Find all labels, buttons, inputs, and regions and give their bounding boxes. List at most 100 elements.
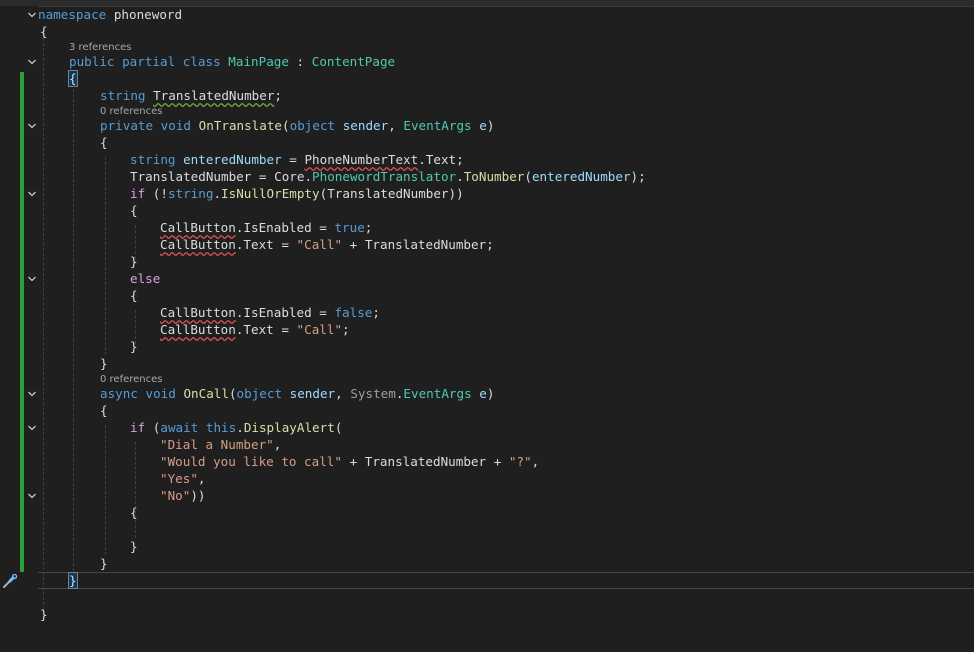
string-literal: "?" xyxy=(508,454,532,469)
code-line[interactable]: } xyxy=(40,606,48,623)
keyword: void xyxy=(160,118,192,133)
brace: { xyxy=(100,135,108,150)
brace: { xyxy=(40,24,48,39)
code-line[interactable]: CallButton.Text = "Call" + TranslatedNum… xyxy=(160,236,494,253)
type-name: PhonewordTranslator xyxy=(312,169,457,184)
punctuation: ( xyxy=(282,118,290,133)
punctuation: ) xyxy=(630,169,639,184)
code-line[interactable]: { xyxy=(130,504,138,521)
code-line[interactable]: { xyxy=(100,402,108,419)
code-line[interactable]: private void OnTranslate(object sender, … xyxy=(100,117,494,134)
operator: = xyxy=(319,220,327,235)
code-line[interactable]: "No")) xyxy=(160,487,206,504)
keyword: void xyxy=(145,386,176,401)
code-line[interactable]: } xyxy=(68,572,78,589)
keyword: await xyxy=(160,420,199,435)
brace: } xyxy=(40,607,48,622)
punctuation: , xyxy=(531,454,540,469)
fold-chevron-icon[interactable] xyxy=(27,121,37,131)
keyword: class xyxy=(182,54,221,69)
punctuation: . xyxy=(304,169,313,184)
quick-actions-screwdriver-icon[interactable] xyxy=(2,573,18,589)
code-line[interactable]: { xyxy=(68,70,78,87)
fold-chevron-icon[interactable] xyxy=(27,189,37,199)
punctuation: ( xyxy=(334,420,343,435)
code-line[interactable]: } xyxy=(130,253,138,270)
keyword: string xyxy=(130,152,176,167)
operator: + xyxy=(493,454,502,469)
code-line[interactable]: CallButton.Text = "Call"; xyxy=(160,321,350,338)
brace: } xyxy=(130,539,138,554)
code-line[interactable]: else xyxy=(130,270,160,287)
punctuation: , xyxy=(273,437,282,452)
code-line[interactable]: } xyxy=(100,555,108,572)
property: Text xyxy=(425,152,457,167)
brace: { xyxy=(130,203,138,218)
fold-chevron-icon[interactable] xyxy=(27,423,37,433)
fold-chevron-icon[interactable] xyxy=(27,57,37,67)
code-line[interactable]: if (!string.IsNullOrEmpty(TranslatedNumb… xyxy=(130,185,464,202)
code-line[interactable]: public partial class MainPage : ContentP… xyxy=(69,53,395,70)
type-name: EventArgs xyxy=(403,386,472,401)
indent-guide xyxy=(105,425,106,555)
keyword: true xyxy=(334,220,365,235)
class-name: MainPage xyxy=(228,54,289,69)
punctuation: . xyxy=(213,186,222,201)
keyword: string xyxy=(167,186,214,201)
punctuation: ; xyxy=(274,88,283,103)
code-editor[interactable]: namespace phoneword { 3 references publi… xyxy=(38,6,974,652)
identifier: CallButton xyxy=(160,237,236,252)
code-line[interactable]: } xyxy=(100,355,108,372)
code-line[interactable]: CallButton.IsEnabled = true; xyxy=(160,219,372,236)
code-line[interactable]: "Would you like to call" + TranslatedNum… xyxy=(160,453,539,470)
operator: = xyxy=(319,305,327,320)
code-line[interactable]: { xyxy=(130,287,138,304)
identifier: CallButton xyxy=(160,322,236,337)
keyword: false xyxy=(334,305,373,320)
fold-chevron-icon[interactable] xyxy=(27,491,37,501)
punctuation: ; xyxy=(342,322,350,337)
indent-guide xyxy=(73,89,74,576)
operator: = xyxy=(289,152,297,167)
keyword: object xyxy=(289,118,336,133)
variable: enteredNumber xyxy=(531,169,631,184)
punctuation: : xyxy=(296,54,305,69)
punctuation: , xyxy=(388,118,396,133)
code-line[interactable]: } xyxy=(130,338,138,355)
brace: } xyxy=(130,254,138,269)
keyword: async xyxy=(100,386,138,401)
punctuation: ; xyxy=(456,152,464,167)
fold-chevron-icon[interactable] xyxy=(27,10,37,20)
indent-guide xyxy=(135,442,136,538)
punctuation: ; xyxy=(372,305,380,320)
method-name: IsNullOrEmpty xyxy=(221,186,320,201)
indent-guide xyxy=(43,38,44,610)
code-line[interactable]: } xyxy=(130,538,138,555)
punctuation: ) xyxy=(486,386,495,401)
fold-chevron-icon[interactable] xyxy=(27,274,37,284)
code-line[interactable]: { xyxy=(100,134,108,151)
variable: enteredNumber xyxy=(183,152,282,167)
field-name: TranslatedNumber xyxy=(153,88,275,103)
operator: = xyxy=(281,322,289,337)
field-name: TranslatedNumber xyxy=(327,186,449,201)
parameter: sender xyxy=(342,118,389,133)
punctuation: , xyxy=(335,386,343,401)
code-line[interactable]: "Dial a Number", xyxy=(160,436,281,453)
keyword: if xyxy=(130,186,146,201)
code-line[interactable]: "Yes", xyxy=(160,470,206,487)
code-line[interactable]: { xyxy=(40,23,48,40)
code-line[interactable]: CallButton.IsEnabled = false; xyxy=(160,304,380,321)
code-line[interactable]: { xyxy=(130,202,138,219)
code-line[interactable]: async void OnCall(object sender, System.… xyxy=(100,385,494,402)
code-line[interactable]: string enteredNumber = PhoneNumberText.T… xyxy=(130,151,464,168)
code-line[interactable]: if (await this.DisplayAlert( xyxy=(130,419,342,436)
code-line[interactable]: string TranslatedNumber; xyxy=(100,87,282,104)
fold-chevron-icon[interactable] xyxy=(27,389,37,399)
code-line[interactable]: namespace phoneword xyxy=(38,6,182,23)
code-line[interactable]: TranslatedNumber = Core.PhonewordTransla… xyxy=(130,168,646,185)
namespace-name: phoneword xyxy=(113,7,183,22)
keyword: public xyxy=(69,54,115,69)
parameter: sender xyxy=(289,386,336,401)
punctuation: ( xyxy=(524,169,532,184)
